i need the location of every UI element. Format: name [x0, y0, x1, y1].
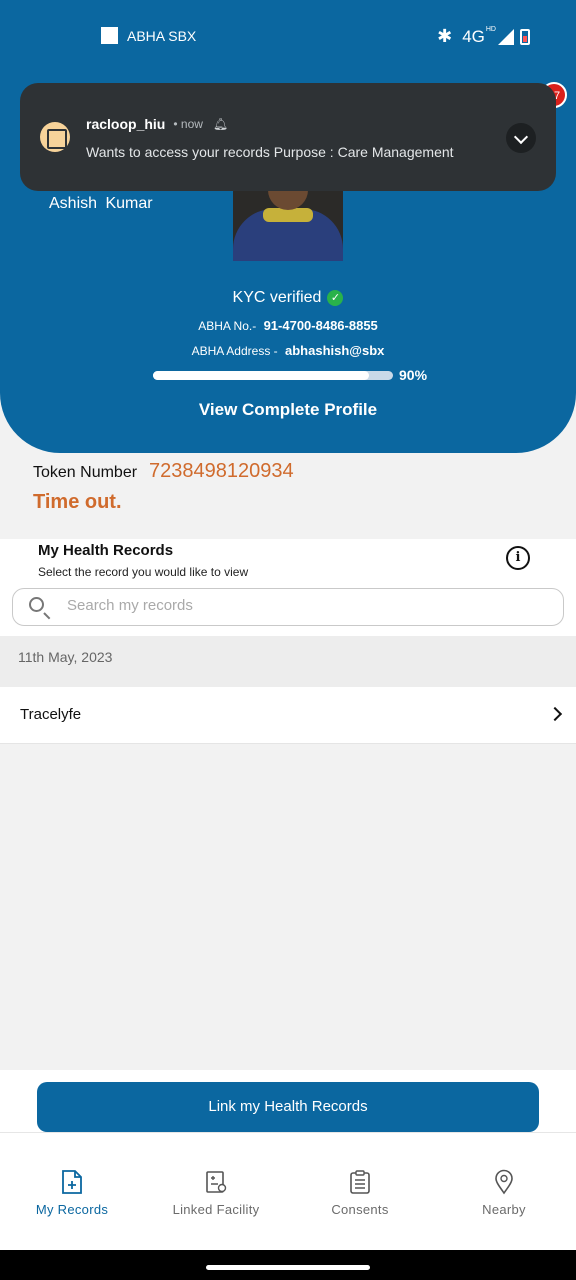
record-label: Tracelyfe — [20, 706, 82, 723]
date-group-header: 11th May, 2023 — [0, 636, 576, 687]
nav-label: Consents — [331, 1202, 389, 1217]
clipboard-icon — [350, 1170, 370, 1194]
records-title: My Health Records — [38, 542, 174, 559]
search-box[interactable] — [12, 588, 564, 626]
nav-tab-my-records[interactable]: My Records — [0, 1133, 144, 1251]
profile-completion-fill — [153, 371, 369, 380]
nav-label: My Records — [35, 1202, 109, 1217]
token-row: Token Number 7238498120934 — [33, 460, 294, 483]
records-subtitle: Select the record you would like to view — [38, 565, 249, 579]
gesture-bar — [0, 1250, 576, 1280]
add-document-icon — [62, 1170, 82, 1194]
notification-time: • now — [173, 117, 203, 131]
date-group-label: 11th May, 2023 — [18, 649, 113, 665]
home-indicator[interactable] — [206, 1265, 370, 1270]
bottom-nav: My Records Linked Facility Consents Near… — [0, 1132, 576, 1250]
battery-icon — [520, 28, 530, 45]
app-notification-icon — [40, 122, 70, 152]
screen: 17 Ashish Kumar KYC verified✓ ABHA No.- … — [0, 0, 576, 1280]
search-icon — [29, 597, 44, 612]
search-input[interactable] — [67, 597, 547, 614]
location-pin-icon — [495, 1169, 513, 1195]
bell-icon: 🔔︎ — [212, 117, 229, 131]
notification-message: Wants to access your records Purpose : C… — [86, 144, 454, 160]
network-hd-label: HD — [485, 26, 496, 33]
abha-number-row: ABHA No.- 91-4700-8486-8855 — [0, 318, 576, 333]
abha-address-label: ABHA Address - — [191, 344, 278, 358]
abha-address-row: ABHA Address - abhashish@sbx — [0, 343, 576, 358]
status-app-label: ABHA SBX — [127, 27, 197, 44]
abha-number: 91-4700-8486-8855 — [263, 318, 378, 333]
abha-address: abhashish@sbx — [285, 343, 385, 358]
nav-label: Nearby — [482, 1202, 526, 1217]
profile-completion-bar — [153, 371, 393, 380]
token-value: 7238498120934 — [149, 460, 294, 482]
chevron-right-icon — [547, 706, 563, 722]
profile-photo — [233, 180, 343, 261]
token-status: Time out. — [33, 491, 122, 513]
link-records-area: Link my Health Records — [0, 1070, 576, 1132]
nav-tab-consents[interactable]: Consents — [288, 1133, 432, 1251]
notification-header: racloop_hiu • now 🔔︎ — [86, 116, 228, 132]
profile-completion-label: 90% — [399, 367, 428, 383]
check-circle-icon: ✓ — [327, 289, 344, 306]
nav-tab-linked-facility[interactable]: Linked Facility — [144, 1133, 288, 1251]
health-records-header: My Health Records Select the record you … — [0, 539, 576, 636]
nav-tab-nearby[interactable]: Nearby — [432, 1133, 576, 1251]
notification-app-name: racloop_hiu — [86, 116, 166, 132]
user-name: Ashish Kumar — [49, 195, 153, 212]
status-indicators: ✱ 4G HD — [437, 26, 530, 47]
kyc-status-label: KYC verified — [232, 289, 322, 306]
abha-number-label: ABHA No.- — [198, 319, 257, 333]
bluetooth-icon: ✱ — [437, 26, 453, 46]
chevron-down-icon[interactable] — [506, 123, 536, 153]
nav-label: Linked Facility — [172, 1202, 260, 1217]
status-bar: ABHA SBX ✱ 4G HD — [0, 0, 576, 72]
list-item[interactable]: Tracelyfe — [0, 687, 576, 744]
notification-card[interactable]: racloop_hiu • now 🔔︎ Wants to access you… — [20, 83, 556, 191]
signal-icon — [498, 28, 514, 45]
network-type: 4G — [462, 26, 485, 46]
linked-facility-icon — [206, 1171, 227, 1193]
kyc-status: KYC verified ✓ — [0, 289, 576, 307]
token-label: Token Number — [33, 464, 138, 481]
view-complete-profile-link[interactable]: View Complete Profile — [0, 400, 576, 420]
app-square-icon — [101, 27, 118, 44]
link-health-records-button[interactable]: Link my Health Records — [37, 1082, 539, 1132]
info-icon[interactable]: i — [506, 546, 530, 570]
status-app: ABHA SBX — [101, 27, 196, 44]
